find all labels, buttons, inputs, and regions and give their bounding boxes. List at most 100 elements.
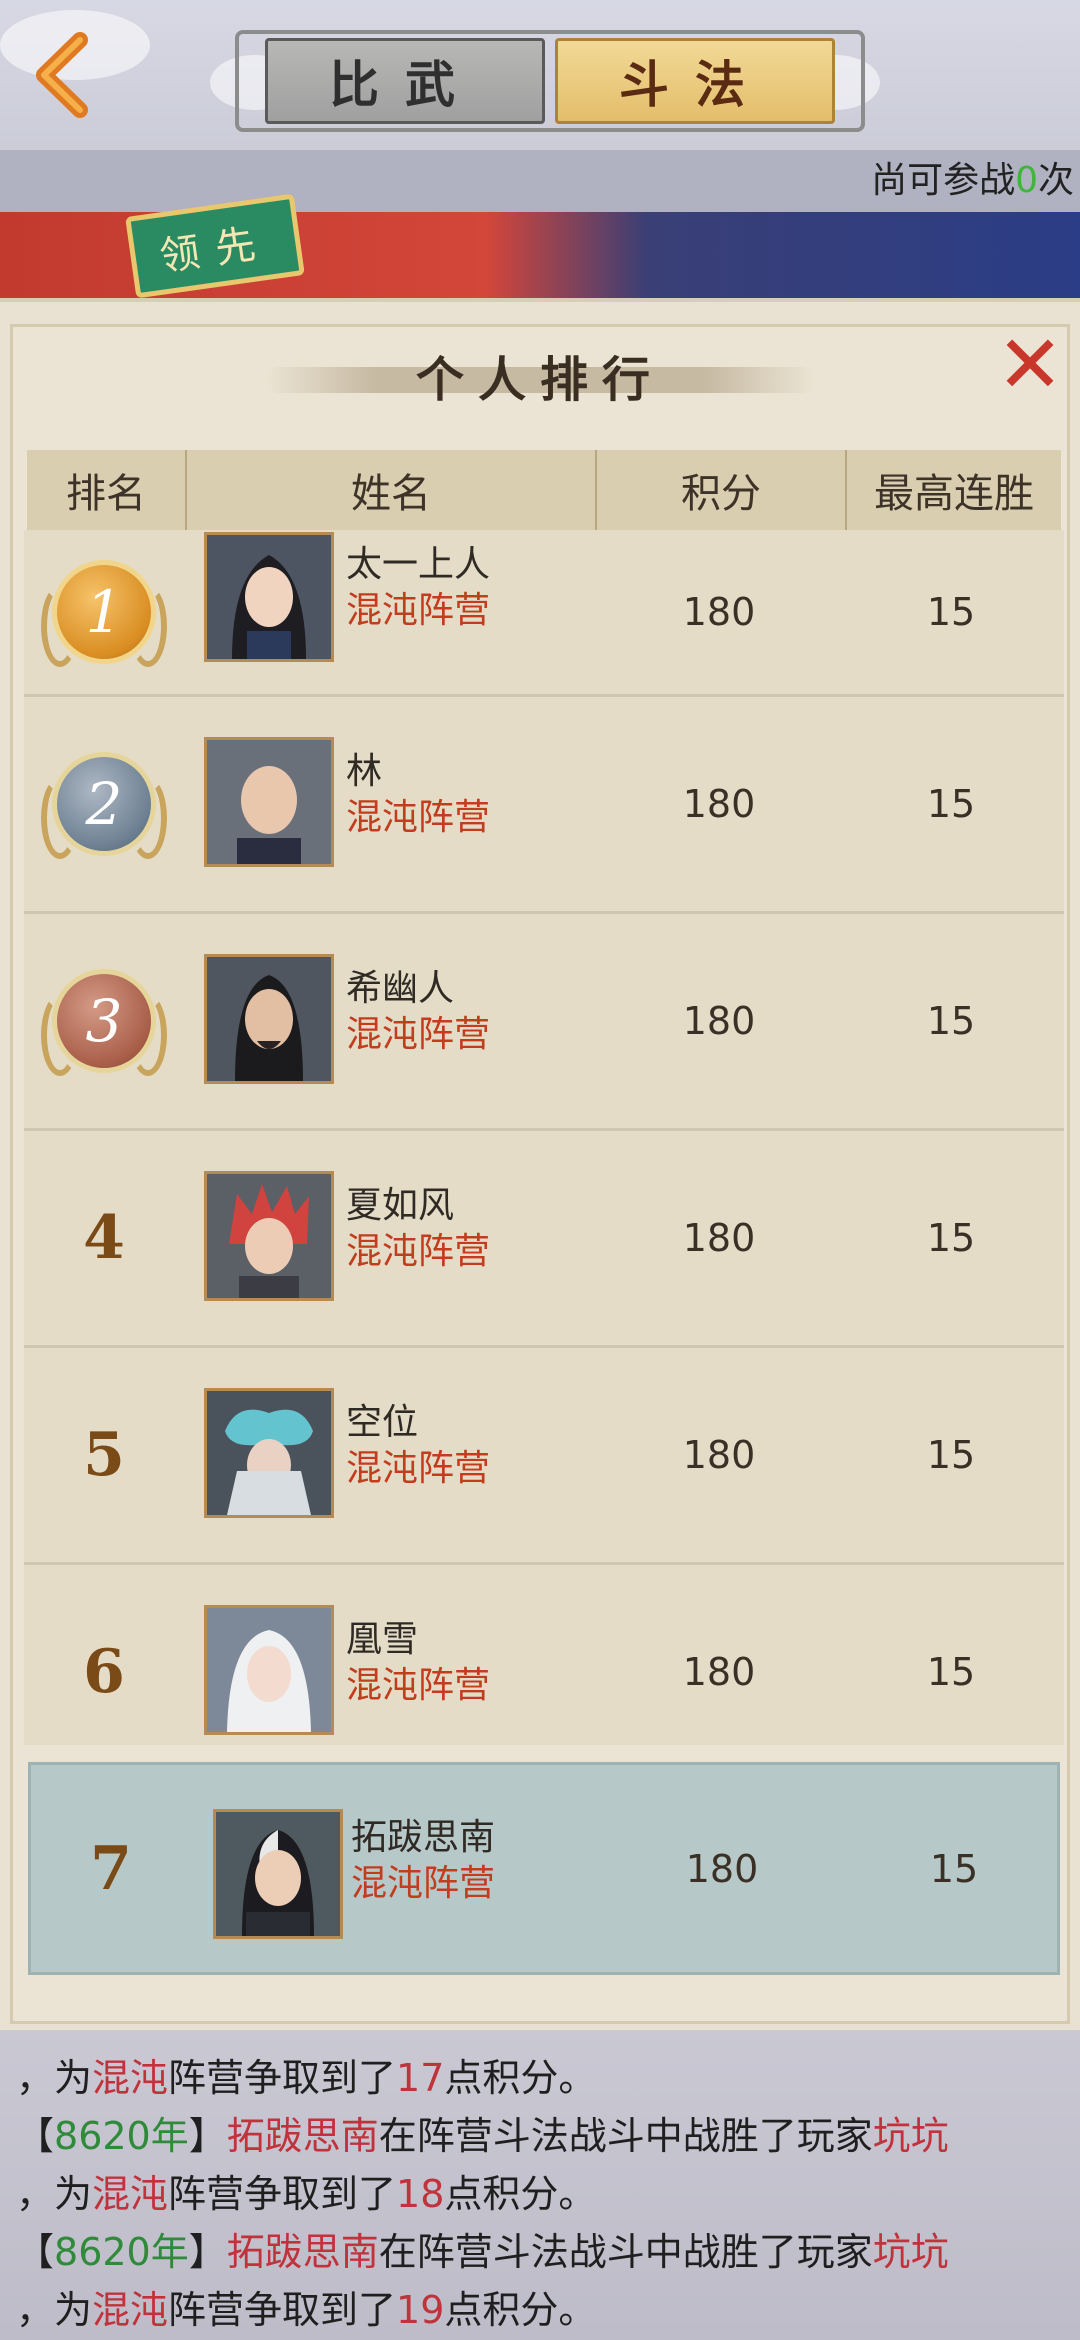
log-text: ，为 (16, 2172, 93, 2216)
back-button[interactable] (22, 30, 112, 120)
log-text: 【 (16, 2114, 55, 2158)
log-opponent: 坑坑 (872, 2230, 949, 2274)
player-name: 拓跋思南 (351, 1817, 496, 1858)
player-score: 180 (682, 1216, 756, 1260)
player-streak: 15 (926, 1650, 976, 1694)
player-streak: 15 (926, 590, 976, 634)
player-info: 夏如风 混沌阵营 (346, 1183, 490, 1275)
log-text: ，为 (16, 2288, 93, 2332)
player-streak: 15 (926, 1216, 976, 1260)
rank-cell: 3 (24, 914, 184, 1128)
log-line: 【8620年】拓跋思南在阵营斗法战斗中战胜了玩家坑坑 (16, 2108, 949, 2164)
tab-biwu[interactable]: 比武 (265, 38, 545, 124)
player-info: 太一上人 混沌阵营 (346, 542, 490, 634)
player-score: 180 (682, 1650, 756, 1694)
player-info: 林 混沌阵营 (346, 749, 490, 841)
player-camp: 混沌阵营 (346, 1231, 491, 1272)
log-camp: 混沌 (92, 2288, 169, 2332)
table-row[interactable]: 3 希幽人 混沌阵营 180 15 (24, 914, 1064, 1131)
rank-cell: 6 (24, 1565, 184, 1745)
dragon-helm-character-portrait-icon (207, 1391, 331, 1515)
red-haired-character-portrait-icon (207, 1174, 331, 1298)
rank-number: 7 (90, 1833, 132, 1904)
log-text: 点积分。 (444, 2056, 597, 2100)
player-name: 希幽人 (346, 968, 455, 1009)
rank-cell: 1 (24, 530, 184, 694)
log-year: 8620年 (54, 2114, 189, 2158)
player-score: 180 (685, 1846, 759, 1891)
bronze-medal-icon: 3 (41, 969, 167, 1076)
rank-cell: 5 (24, 1348, 184, 1562)
table-row[interactable]: 2 林 混沌阵营 180 15 (24, 697, 1064, 914)
column-header-score: 积分 (597, 450, 847, 530)
player-name: 空位 (346, 1402, 419, 1443)
log-text: 阵营争取到了 (168, 2288, 397, 2332)
tab-doufa[interactable]: 斗法 (555, 38, 835, 124)
panel-title: 个人排行 (415, 352, 664, 408)
player-camp: 混沌阵营 (346, 797, 491, 838)
log-points: 18 (396, 2172, 445, 2216)
player-info: 空位 混沌阵营 (346, 1400, 490, 1492)
table-row[interactable]: 6 凰雪 混沌阵营 180 15 (24, 1565, 1064, 1745)
gold-medal-icon: 1 (41, 560, 167, 667)
rank-cell: 2 (24, 697, 184, 911)
player-camp: 混沌阵营 (346, 1448, 491, 1489)
female-character-portrait-icon (207, 535, 331, 659)
log-text: 点积分。 (444, 2288, 597, 2332)
column-header-name: 姓名 (187, 450, 597, 530)
player-streak: 15 (929, 1846, 979, 1891)
table-row[interactable]: 4 夏如风 混沌阵营 180 15 (24, 1131, 1064, 1348)
attempts-prefix: 尚可参战 (871, 160, 1016, 201)
player-camp: 混沌阵营 (351, 1863, 496, 1904)
player-score: 180 (682, 1433, 756, 1477)
back-arrow-icon (36, 32, 88, 118)
log-text: 】 (188, 2114, 227, 2158)
rank-cell: 4 (24, 1131, 184, 1345)
table-header: 排名 姓名 积分 最高连胜 (27, 450, 1061, 530)
attempts-suffix: 次 (1037, 160, 1074, 201)
player-score: 180 (682, 999, 756, 1043)
player-score: 180 (682, 782, 756, 826)
column-header-rank: 排名 (27, 450, 187, 530)
avatar[interactable] (204, 1171, 334, 1301)
avatar[interactable] (204, 532, 334, 662)
column-header-streak: 最高连胜 (874, 471, 1034, 517)
avatar[interactable] (204, 1388, 334, 1518)
player-name: 夏如风 (346, 1185, 455, 1226)
player-camp: 混沌阵营 (346, 1014, 491, 1055)
rank-number: 5 (83, 1420, 125, 1490)
log-points: 17 (396, 2056, 445, 2100)
rank-cell: 7 (31, 1765, 191, 1972)
avatar[interactable] (213, 1809, 343, 1939)
ranking-list[interactable]: 1 太一上人 混沌阵营 180 15 2 林 混沌阵营 180 15 3 希幽人… (24, 530, 1064, 1745)
log-text: ，为 (16, 2056, 93, 2100)
battle-log[interactable]: ，为混沌阵营争取到了17点积分。 【8620年】拓跋思南在阵营斗法战斗中战胜了玩… (0, 2030, 1080, 2340)
log-player: 拓跋思南 (226, 2230, 379, 2274)
table-row[interactable]: 1 太一上人 混沌阵营 180 15 (24, 530, 1064, 697)
avatar[interactable] (204, 1605, 334, 1735)
avatar[interactable] (204, 737, 334, 867)
log-text: 】 (188, 2230, 227, 2274)
self-rank-row[interactable]: 7 拓跋思南 混沌阵营 180 15 (28, 1762, 1060, 1975)
log-line: ，为混沌阵营争取到了19点积分。 (16, 2282, 596, 2338)
log-player: 拓跋思南 (226, 2114, 379, 2158)
player-character-portrait-icon (216, 1812, 340, 1936)
player-name: 林 (346, 751, 383, 792)
player-streak: 15 (926, 999, 976, 1043)
player-info: 拓跋思南 混沌阵营 (351, 1815, 495, 1907)
rank-number: 6 (83, 1637, 125, 1707)
avatar[interactable] (204, 954, 334, 1084)
log-opponent: 坑坑 (872, 2114, 949, 2158)
log-text: 阵营争取到了 (168, 2056, 397, 2100)
log-text: 阵营争取到了 (168, 2172, 397, 2216)
mode-tabs: 比武 斗法 (265, 38, 835, 124)
player-streak: 15 (926, 1433, 976, 1477)
remaining-attempts: 尚可参战0次 (871, 150, 1074, 212)
log-camp: 混沌 (92, 2172, 169, 2216)
bearded-character-portrait-icon (207, 957, 331, 1081)
player-info: 凰雪 混沌阵营 (346, 1617, 490, 1709)
close-icon[interactable]: ✕ (995, 325, 1065, 405)
log-points: 19 (396, 2288, 445, 2332)
player-streak: 15 (926, 782, 976, 826)
table-row[interactable]: 5 空位 混沌阵营 180 15 (24, 1348, 1064, 1565)
